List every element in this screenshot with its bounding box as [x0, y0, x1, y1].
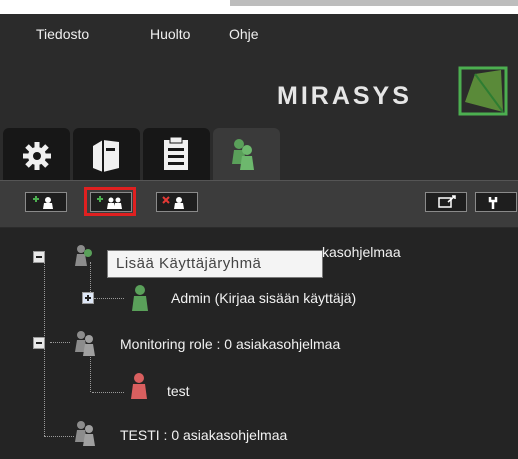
collapse-toggle[interactable]	[33, 337, 45, 349]
tree-line	[44, 344, 45, 436]
tab-settings[interactable]	[3, 128, 70, 180]
add-user-button[interactable]	[25, 192, 67, 212]
gear-icon	[23, 142, 51, 170]
window-top-strip	[0, 0, 518, 14]
user-green-icon	[132, 285, 148, 311]
menu-help[interactable]: Ohje	[229, 26, 259, 42]
user-group-icon	[75, 245, 92, 266]
user-red-icon	[131, 373, 147, 399]
tree-line	[44, 260, 45, 342]
menu-file[interactable]: Tiedosto	[36, 26, 89, 42]
highlight-box	[84, 187, 136, 216]
server-icon	[93, 140, 119, 172]
tree-row-admin[interactable]: Admin (Kirjaa sisään käyttäjä)	[171, 290, 356, 306]
mirasys-logo-icon	[458, 66, 508, 116]
collapse-toggle[interactable]	[33, 251, 45, 263]
tree-line	[50, 342, 70, 343]
tree-row-monitoring-role[interactable]: Monitoring role : 0 asiakasohjelmaa	[120, 336, 340, 352]
tree-line	[44, 436, 74, 437]
user-group-gray-icon	[75, 331, 95, 356]
expand-toggle[interactable]	[82, 292, 94, 304]
add-user-icon	[33, 196, 53, 209]
users-icon	[232, 139, 254, 170]
clipboard-icon	[164, 136, 188, 170]
user-group-gray-icon	[75, 421, 95, 446]
window-top-edge	[230, 0, 518, 6]
export-button[interactable]	[425, 192, 467, 212]
tab-servers[interactable]	[73, 128, 140, 180]
tooltip: Lisää Käyttäjäryhmä	[107, 250, 323, 278]
tree-line	[90, 352, 91, 392]
tab-reports[interactable]	[143, 128, 210, 180]
tree-line	[92, 392, 124, 393]
delete-user-icon	[162, 196, 184, 209]
tab-users[interactable]	[213, 128, 280, 180]
tree-line	[94, 298, 124, 299]
settings-button[interactable]	[475, 192, 517, 212]
tree-row-group-label[interactable]: kasohjelmaa	[322, 244, 401, 260]
wrench-icon	[488, 197, 498, 209]
menu-maintenance[interactable]: Huolto	[150, 26, 190, 42]
tree-row-test[interactable]: test	[167, 383, 190, 399]
delete-user-button[interactable]	[156, 192, 198, 212]
logo-text: MIRASYS	[277, 82, 412, 110]
export-icon	[438, 195, 456, 208]
tree-row-testi[interactable]: TESTI : 0 asiakasohjelmaa	[120, 427, 287, 443]
